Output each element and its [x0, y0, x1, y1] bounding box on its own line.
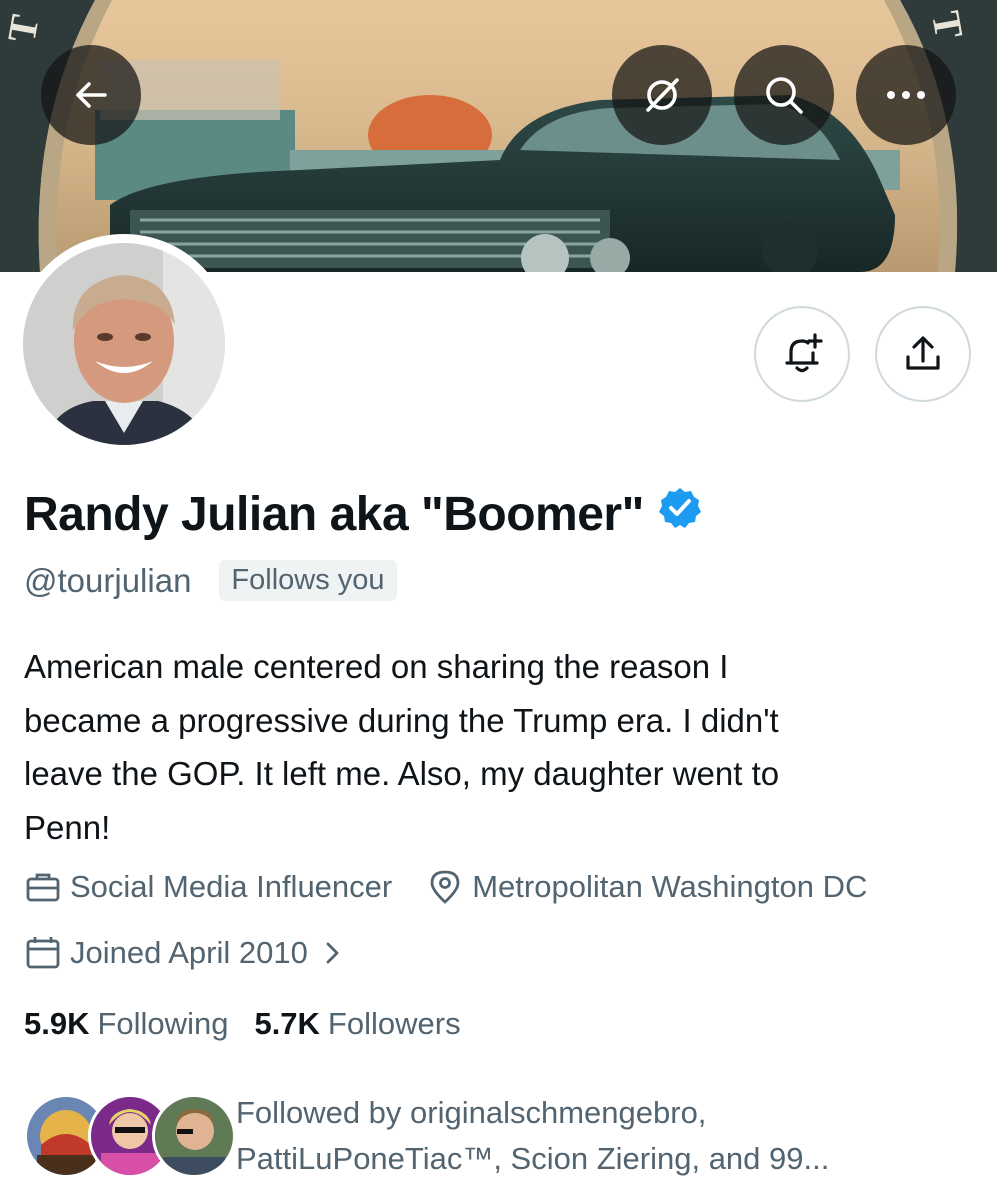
followed-by-text: Followed by originalschmengebro, PattiLu… — [236, 1090, 996, 1182]
chevron-right-icon — [326, 942, 339, 964]
follow-stats: 5.9K Following 5.7K Followers — [24, 1006, 461, 1042]
bio-line: American male centered on sharing the re… — [24, 648, 729, 685]
followed-by-line: PattiLuPoneTiac™, Scion Ziering, and 99.… — [236, 1141, 830, 1176]
handle: @tourjulian — [24, 561, 192, 599]
joined-text: Joined April 2010 — [70, 935, 308, 970]
grok-button[interactable] — [612, 45, 712, 145]
grok-icon — [646, 78, 679, 112]
search-button[interactable] — [734, 45, 834, 145]
following-label: Following — [97, 1006, 229, 1041]
calendar-icon — [26, 937, 60, 969]
bio-line: Penn! — [24, 808, 111, 846]
bio-line: leave the GOP. It left me. Also, my daug… — [24, 755, 780, 792]
bio-line: became a progressive during the Trump er… — [24, 701, 779, 739]
bio: American male centered on sharing the re… — [24, 640, 964, 854]
follows-you-badge: Follows you — [219, 560, 397, 601]
banner-image: T T — [0, 0, 997, 272]
briefcase-icon — [26, 873, 60, 902]
profession-text: Social Media Influencer — [70, 869, 393, 904]
bell-plus-icon — [785, 333, 823, 373]
following-count: 5.9K — [24, 1006, 90, 1041]
display-name: Randy Julian aka "Boomer" — [24, 486, 702, 542]
share-icon — [906, 336, 940, 370]
joined-row[interactable]: Joined April 2010 — [24, 934, 356, 972]
follower-avatar — [152, 1094, 236, 1178]
location-pin-icon — [430, 870, 460, 904]
avatar-image — [23, 243, 225, 445]
followers-label: Followers — [327, 1006, 461, 1041]
followers-count: 5.7K — [254, 1006, 320, 1041]
search-icon — [766, 77, 803, 114]
notify-button[interactable] — [754, 306, 850, 402]
more-dots-icon — [887, 91, 925, 99]
followed-by-line: Followed by originalschmengebro, — [236, 1095, 707, 1130]
display-name-text: Randy Julian aka "Boomer" — [24, 487, 644, 541]
profile-meta-row: Social Media Influencer Metropolitan Was… — [24, 868, 867, 906]
profession-item: Social Media Influencer — [24, 868, 392, 906]
handle-row: @tourjulian Follows you — [24, 560, 397, 601]
avatar[interactable] — [14, 234, 234, 454]
joined-item[interactable]: Joined April 2010 — [24, 934, 356, 972]
verified-badge-icon[interactable] — [658, 486, 702, 542]
profile-banner[interactable]: T T — [0, 0, 997, 272]
followers-link[interactable]: 5.7K Followers — [254, 1006, 460, 1042]
back-button[interactable] — [41, 45, 141, 145]
location-text: Metropolitan Washington DC — [472, 869, 868, 904]
more-button[interactable] — [856, 45, 956, 145]
arrow-left-icon — [76, 82, 107, 108]
following-link[interactable]: 5.9K Following — [24, 1006, 228, 1042]
location-item: Metropolitan Washington DC — [426, 868, 867, 906]
share-button[interactable] — [875, 306, 971, 402]
